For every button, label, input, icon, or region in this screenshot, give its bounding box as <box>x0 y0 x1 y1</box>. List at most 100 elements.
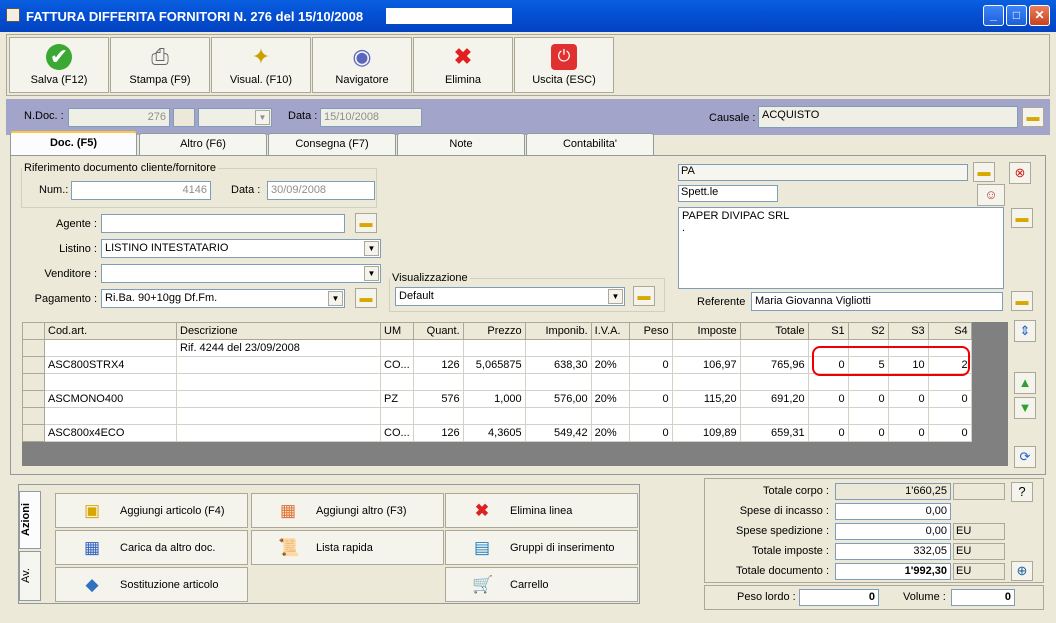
close-button[interactable]: ✕ <box>1029 5 1050 26</box>
grid-cell[interactable] <box>176 407 381 425</box>
causale-field[interactable]: ACQUISTO <box>758 106 1018 128</box>
grid-cell[interactable] <box>671 373 741 391</box>
grid-cell[interactable]: 0 <box>807 424 849 442</box>
cancel-circle-icon[interactable]: ⊗ <box>1009 162 1031 184</box>
col-peso[interactable]: Peso <box>628 322 673 340</box>
grid-cell[interactable]: 0 <box>807 390 849 408</box>
grid-cell[interactable] <box>462 407 526 425</box>
venditore-select[interactable]: ▼ <box>101 264 381 283</box>
grid-cell[interactable] <box>412 373 464 391</box>
grid-cell[interactable] <box>44 339 177 357</box>
grid-cell[interactable]: 20% <box>590 424 630 442</box>
folder-icon[interactable]: ▬ <box>973 162 995 182</box>
grid-cell[interactable]: 20% <box>590 390 630 408</box>
grid-cell[interactable] <box>628 373 673 391</box>
grid-cell[interactable] <box>44 407 177 425</box>
referente-field[interactable]: Maria Giovanna Vigliotti <box>751 292 1003 311</box>
grid-cell[interactable] <box>671 407 741 425</box>
grid-cell[interactable] <box>927 373 972 391</box>
maximize-button[interactable]: □ <box>1006 5 1027 26</box>
contact-icon[interactable]: ☺ <box>977 184 1005 206</box>
grid-cell[interactable]: 0 <box>927 424 972 442</box>
tab-note[interactable]: Note <box>397 133 525 155</box>
sort-arrows-icon[interactable]: ⇕ <box>1014 320 1036 342</box>
grid-cell[interactable]: 0 <box>628 424 673 442</box>
grid-cell[interactable] <box>412 339 464 357</box>
grid-cell[interactable] <box>590 407 630 425</box>
navigator-button[interactable]: ◉ Navigatore <box>312 37 412 93</box>
table-row[interactable]: ASCMONO400 PZ 576 1,000 576,00 20% 0 115,20 691,… <box>22 390 972 408</box>
col-quant[interactable]: Quant. <box>412 322 464 340</box>
add-article-button[interactable]: ▣ Aggiungi articolo (F4) <box>55 493 248 528</box>
col-s1[interactable]: S1 <box>807 322 849 340</box>
tab-altro[interactable]: Altro (F6) <box>139 133 267 155</box>
grid-cell[interactable]: ASC800STRX4 <box>44 356 177 374</box>
grid-cell[interactable]: Rif. 4244 del 23/09/2008 <box>176 339 381 357</box>
substitute-button[interactable]: ◆ Sostituzione articolo <box>55 567 248 602</box>
load-from-doc-button[interactable]: ▦ Carica da altro doc. <box>55 530 248 565</box>
row-selector[interactable] <box>22 373 45 391</box>
grid-cell[interactable]: 0 <box>847 424 889 442</box>
grid-cell[interactable] <box>462 339 526 357</box>
refresh-icon[interactable]: ⟳ <box>1014 446 1036 468</box>
exit-button[interactable]: ⏻ Uscita (ESC) <box>514 37 614 93</box>
print-button[interactable]: ⎙ Stampa (F9) <box>110 37 210 93</box>
col-s4[interactable]: S4 <box>927 322 972 340</box>
date-field[interactable]: 15/10/2008 <box>320 108 422 127</box>
move-up-icon[interactable]: ▲ <box>1014 372 1036 394</box>
col-imponib[interactable]: Imponib. <box>524 322 592 340</box>
grid-cell[interactable] <box>462 373 526 391</box>
grid-cell[interactable] <box>628 407 673 425</box>
grid-cell[interactable] <box>590 373 630 391</box>
grid-cell[interactable] <box>412 407 464 425</box>
folder-icon[interactable]: ▬ <box>1011 208 1033 228</box>
table-row[interactable] <box>22 407 972 425</box>
grid-cell[interactable]: 126 <box>412 424 464 442</box>
tab-contabilita[interactable]: Contabilita' <box>526 133 654 155</box>
spese-incasso-value[interactable]: 0,00 <box>835 503 951 520</box>
folder-icon[interactable]: ▬ <box>1022 107 1044 127</box>
row-selector[interactable] <box>22 407 45 425</box>
ndoc-series-select[interactable]: ▼ <box>198 108 272 127</box>
grid-cell[interactable]: 20% <box>590 356 630 374</box>
table-row[interactable]: ASC800x4ECO CO... 126 4,3605 549,42 20% 0 109,8… <box>22 424 972 442</box>
col-totale[interactable]: Totale <box>739 322 809 340</box>
grid-cell[interactable] <box>847 373 889 391</box>
grid-cell[interactable] <box>176 373 381 391</box>
quick-list-button[interactable]: 📜 Lista rapida <box>251 530 444 565</box>
view-button[interactable]: ✦ Visual. (F10) <box>211 37 311 93</box>
help-button[interactable]: ? <box>1011 482 1033 502</box>
grid-cell[interactable]: 115,20 <box>671 390 741 408</box>
grid-cell[interactable]: 765,96 <box>739 356 809 374</box>
ndoc-field[interactable]: 276 <box>68 108 170 127</box>
tab-azioni[interactable]: Azioni <box>19 491 41 549</box>
grid-cell[interactable]: 0 <box>887 424 929 442</box>
grid-cell[interactable]: 638,30 <box>524 356 592 374</box>
grid-cell[interactable]: 109,89 <box>671 424 741 442</box>
grid-cell[interactable]: 576 <box>412 390 464 408</box>
grid-cell[interactable]: 0 <box>847 390 889 408</box>
peso-lordo-value[interactable]: 0 <box>799 589 879 606</box>
pagamento-select[interactable]: Ri.Ba. 90+10gg Df.Fm. ▼ <box>101 289 345 308</box>
visualizzazione-select[interactable]: Default ▼ <box>395 287 625 306</box>
delete-line-button[interactable]: ✖ Elimina linea <box>445 493 638 528</box>
row-selector[interactable] <box>22 356 45 374</box>
grid-cell[interactable]: CO... <box>380 356 414 374</box>
grid-cell[interactable] <box>739 339 809 357</box>
zoom-icon[interactable]: ⊕ <box>1011 561 1033 581</box>
grid-cell[interactable]: 106,97 <box>671 356 741 374</box>
agente-field[interactable] <box>101 214 345 233</box>
rif-date-field[interactable]: 30/09/2008 <box>267 181 375 200</box>
add-other-button[interactable]: ▦ Aggiungi altro (F3) <box>251 493 444 528</box>
col-imposte[interactable]: Imposte <box>671 322 741 340</box>
col-s2[interactable]: S2 <box>847 322 889 340</box>
grid-cell[interactable] <box>524 373 592 391</box>
folder-icon[interactable]: ▬ <box>355 288 377 308</box>
folder-icon[interactable]: ▬ <box>355 213 377 233</box>
grid-cell[interactable] <box>739 407 809 425</box>
grid-cell[interactable]: 691,20 <box>739 390 809 408</box>
grid-cell[interactable] <box>524 339 592 357</box>
grid-cell[interactable]: PZ <box>380 390 414 408</box>
grid-cell[interactable] <box>44 373 177 391</box>
grid-cell[interactable]: CO... <box>380 424 414 442</box>
